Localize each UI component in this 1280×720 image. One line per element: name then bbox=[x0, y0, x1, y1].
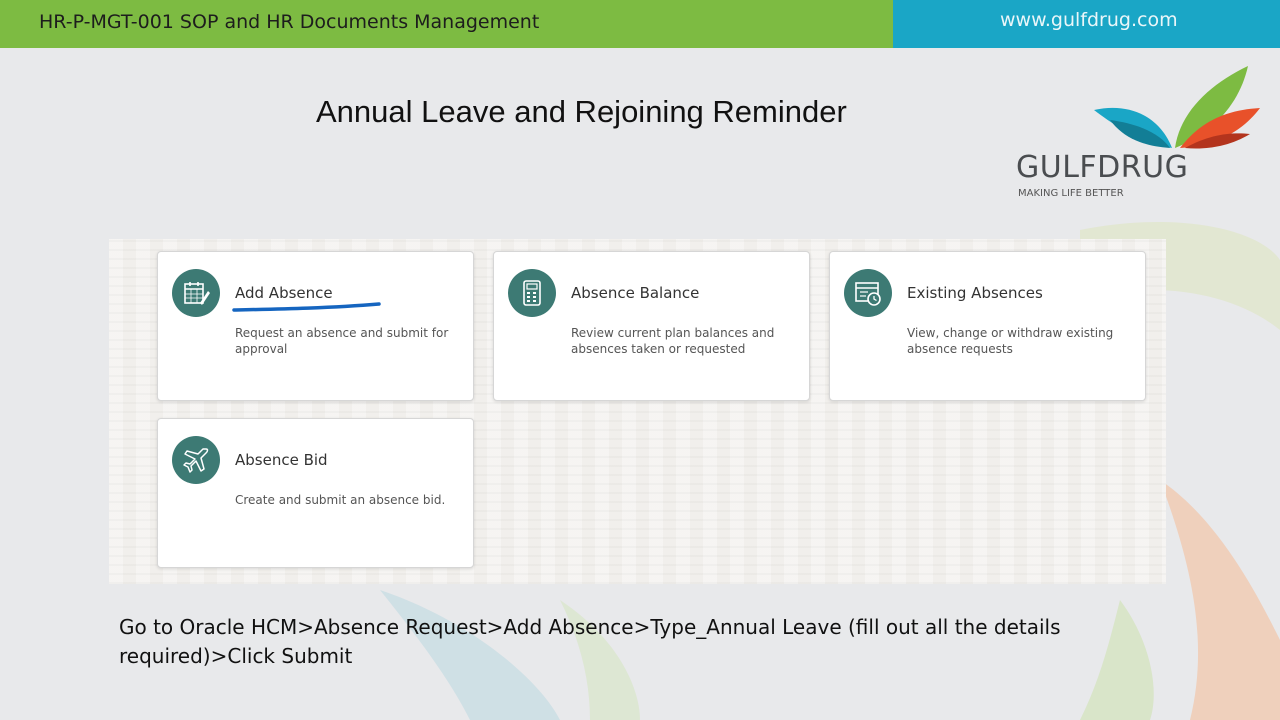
card-title: Absence Bid bbox=[235, 451, 328, 469]
calculator-icon bbox=[508, 269, 556, 317]
slide-title: Annual Leave and Rejoining Reminder bbox=[316, 94, 847, 129]
logo-wordmark: GULFDRUG bbox=[1016, 150, 1189, 185]
card-title: Absence Balance bbox=[571, 284, 700, 302]
card-description: View, change or withdraw existing absenc… bbox=[907, 326, 1114, 356]
card-title: Existing Absences bbox=[907, 284, 1043, 302]
card-description: Review current plan balances and absence… bbox=[571, 326, 775, 356]
airplane-icon bbox=[172, 436, 220, 484]
absence-balance-card[interactable]: Absence Balance Review current plan bala… bbox=[493, 251, 810, 401]
website-bar: www.gulfdrug.com bbox=[893, 0, 1280, 48]
calendar-edit-icon bbox=[172, 269, 220, 317]
header-bar: HR-P-MGT-001 SOP and HR Documents Manage… bbox=[0, 0, 893, 48]
card-description: Create and submit an absence bid. bbox=[235, 493, 446, 507]
website-url: www.gulfdrug.com bbox=[1000, 9, 1178, 31]
calendar-clock-icon bbox=[844, 269, 892, 317]
absence-screenshot-panel: Add Absence Request an absence and submi… bbox=[109, 239, 1166, 584]
existing-absences-card[interactable]: Existing Absences View, change or withdr… bbox=[829, 251, 1146, 401]
card-description: Request an absence and submit for approv… bbox=[235, 326, 449, 356]
document-title: HR-P-MGT-001 SOP and HR Documents Manage… bbox=[39, 11, 540, 33]
add-absence-card[interactable]: Add Absence Request an absence and submi… bbox=[157, 251, 474, 401]
logo-tagline: MAKING LIFE BETTER bbox=[1018, 188, 1124, 199]
instruction-text: Go to Oracle HCM>Absence Request>Add Abs… bbox=[119, 615, 1061, 668]
highlight-underline bbox=[232, 302, 381, 312]
absence-bid-card[interactable]: Absence Bid Create and submit an absence… bbox=[157, 418, 474, 568]
